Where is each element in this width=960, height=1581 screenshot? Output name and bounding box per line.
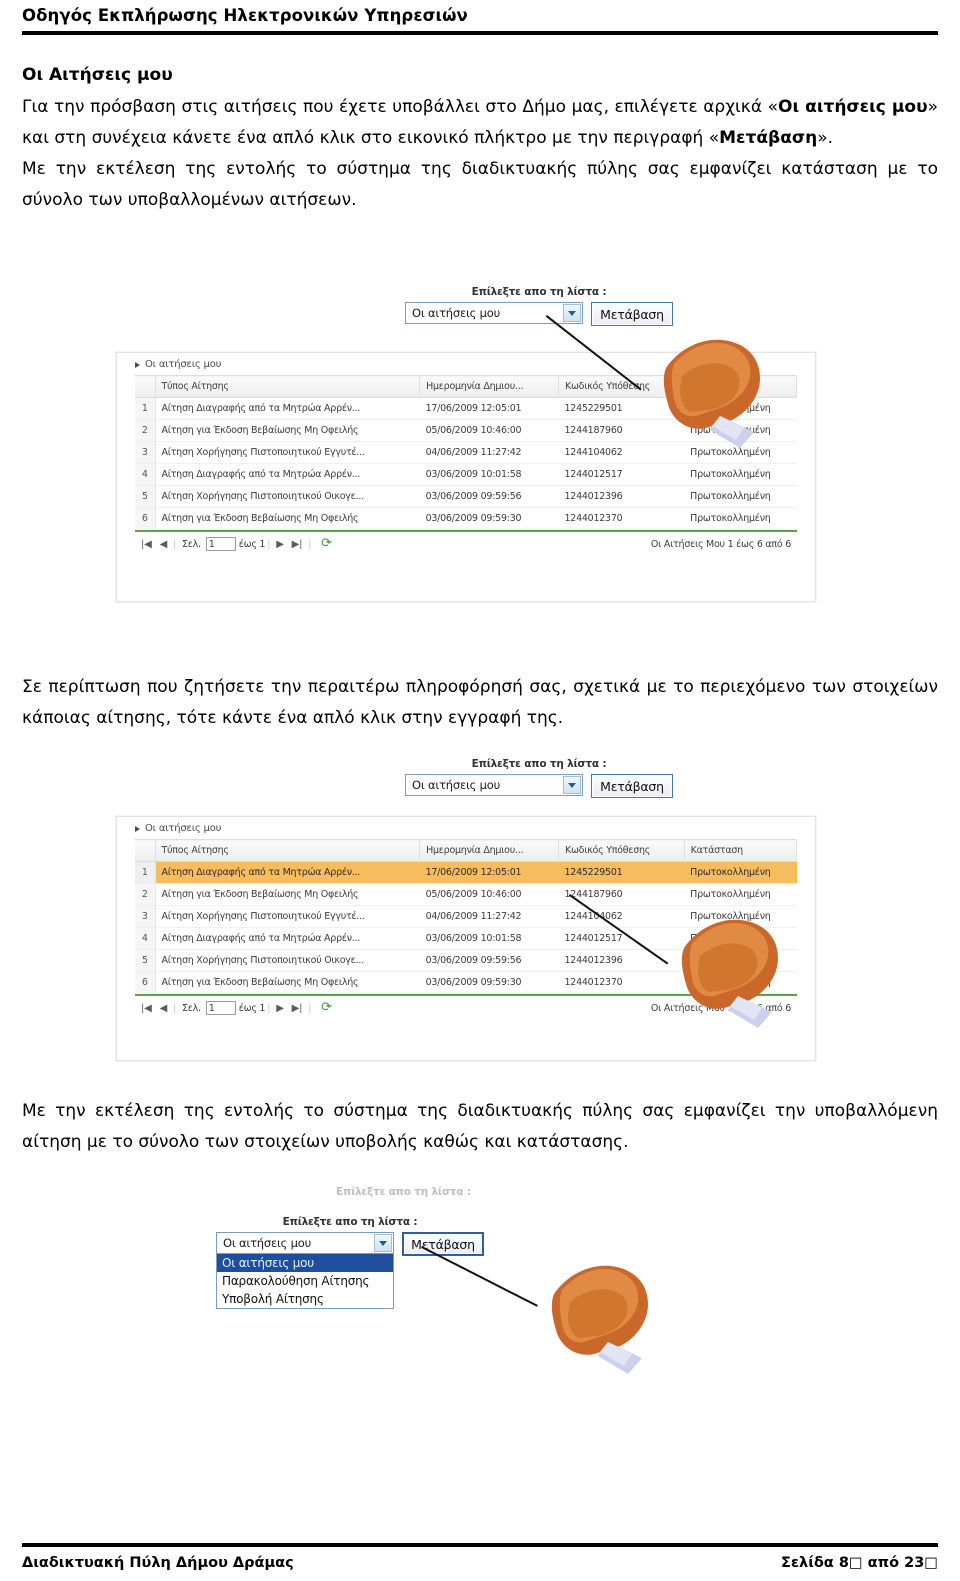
footer-page-suffix: από 23 [862,1555,925,1571]
screenshot-dropdown-open: Επίλεξτε απο τη λίστα : Επίλεξτε απο τη … [216,1168,736,1378]
header-divider [22,31,938,35]
paragraph-click-record: Σε περίπτωση που ζητήσετε την περαιτέρω … [22,677,938,728]
pointer-line-2 [568,894,669,965]
footer-tofu-2: □ [924,1555,938,1571]
para1-bold-myrequests: Οι αιτήσεις μου [778,97,928,117]
pointer-line [545,315,642,391]
running-footer: Διαδικτυακή Πύλη Δήμου Δράμας Σελίδα 8□ … [22,1543,938,1571]
screenshot-requests-list-highlighted: Επίλεξτε απο τη λίστα : Οι αιτήσεις μου … [100,752,860,1072]
pointer-annotation-3 [236,1168,736,1378]
pointer-annotation-1 [100,268,860,618]
pointer-annotation-2 [100,752,860,1072]
running-header-title: Οδηγός Εκπλήρωσης Ηλεκτρονικών Υπηρεσιών [22,6,468,25]
footer-divider [22,1543,938,1547]
para1-bold-goto: Μετάβαση [719,128,818,148]
footer-left-text: Διαδικτυακή Πύλη Δήμου Δράμας [22,1555,294,1571]
footer-tofu-1: □ [848,1555,863,1571]
para1-part-a: Για την πρόσβαση στις αιτήσεις που έχετε… [22,97,778,117]
document-body: Οι Αιτήσεις μου Για την πρόσβαση στις αι… [22,60,938,216]
footer-page-number: Σελίδα 8□ από 23□ [781,1555,938,1571]
document-body-3: Με την εκτέλεση της εντολής το σύστημα τ… [22,1096,938,1158]
paragraph-system-shows-list: Με την εκτέλεση της εντολής το σύστημα τ… [22,159,938,210]
page-title: Οι Αιτήσεις μου [22,65,173,85]
document-body-2: Σε περίπτωση που ζητήσετε την περαιτέρω … [22,672,938,734]
footer-page-prefix: Σελίδα 8 [781,1555,849,1571]
paragraph-system-shows-request: Με την εκτέλεση της εντολής το σύστημα τ… [22,1101,938,1152]
para1-part-e: ». [817,128,834,148]
paragraph-intro: Για την πρόσβαση στις αιτήσεις που έχετε… [22,92,938,154]
screenshot-requests-list: Επίλεξτε απο τη λίστα : Οι αιτήσεις μου … [100,268,860,618]
running-header: Οδηγός Εκπλήρωσης Ηλεκτρονικών Υπηρεσιών [0,0,960,35]
pointer-line-3 [421,1246,538,1307]
